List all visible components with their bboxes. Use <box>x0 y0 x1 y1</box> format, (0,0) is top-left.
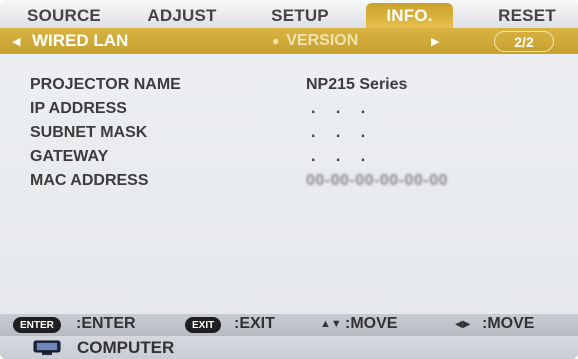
info-row-subnet-mask: SUBNET MASK . . . <box>30 124 550 146</box>
up-down-arrow-icon: ▲▼ <box>320 318 342 330</box>
up-down-move-label: :MOVE <box>345 315 398 332</box>
tab-source[interactable]: SOURCE <box>12 3 116 28</box>
info-value: . . . <box>311 100 374 117</box>
info-value: NP215 Series <box>306 76 408 93</box>
left-right-move-label: :MOVE <box>482 315 535 332</box>
info-row-gateway: GATEWAY . . . <box>30 148 550 170</box>
info-row-mac-address: MAC ADDRESS 00-00-00-00-00-00 <box>30 172 550 194</box>
info-row-projector-name: PROJECTOR NAME NP215 Series <box>30 76 550 98</box>
sub-tab-bar: ◀ WIRED LAN ● VERSION ▶ 2/2 <box>0 28 578 54</box>
exit-key-label: :EXIT <box>234 315 275 332</box>
bullet-icon: ● <box>272 34 280 48</box>
info-label: GATEWAY <box>30 148 109 165</box>
tab-setup[interactable]: SETUP <box>248 3 352 28</box>
subtab-wired-lan[interactable]: WIRED LAN <box>32 28 128 54</box>
info-row-ip-address: IP ADDRESS . . . <box>30 100 550 122</box>
info-label: MAC ADDRESS <box>30 172 149 189</box>
left-right-arrow-icon: ◀▶ <box>455 319 471 330</box>
exit-key-badge: EXIT <box>185 317 222 333</box>
menu-tab-bar: SOURCE ADJUST SETUP INFO. RESET <box>0 0 578 28</box>
tab-adjust[interactable]: ADJUST <box>130 3 234 28</box>
status-bar: COMPUTER <box>0 336 578 359</box>
info-value: . . . <box>311 124 374 141</box>
subtab-version-label: VERSION <box>286 32 359 49</box>
right-arrow-icon[interactable]: ▶ <box>431 28 439 54</box>
key-guide-bar: ENTER :ENTER EXIT :EXIT ▲▼ :MOVE ◀▶ :MOV… <box>0 314 578 336</box>
info-label: PROJECTOR NAME <box>30 76 181 93</box>
enter-key-label: :ENTER <box>76 315 136 332</box>
tab-reset[interactable]: RESET <box>482 3 572 28</box>
tab-info[interactable]: INFO. <box>366 3 453 28</box>
info-content: PROJECTOR NAME NP215 Series IP ADDRESS .… <box>0 54 578 314</box>
enter-key-badge: ENTER <box>13 317 61 333</box>
input-source-label: COMPUTER <box>77 338 175 357</box>
page-indicator: 2/2 <box>494 31 554 52</box>
info-label: IP ADDRESS <box>30 100 127 117</box>
projector-menu: SOURCE ADJUST SETUP INFO. RESET ◀ WIRED … <box>0 0 578 359</box>
computer-icon <box>33 340 61 355</box>
info-label: SUBNET MASK <box>30 124 148 141</box>
info-value: . . . <box>311 148 374 165</box>
info-value: 00-00-00-00-00-00 <box>306 172 448 189</box>
left-arrow-icon[interactable]: ◀ <box>12 28 20 54</box>
subtab-version[interactable]: ● VERSION <box>272 28 358 54</box>
